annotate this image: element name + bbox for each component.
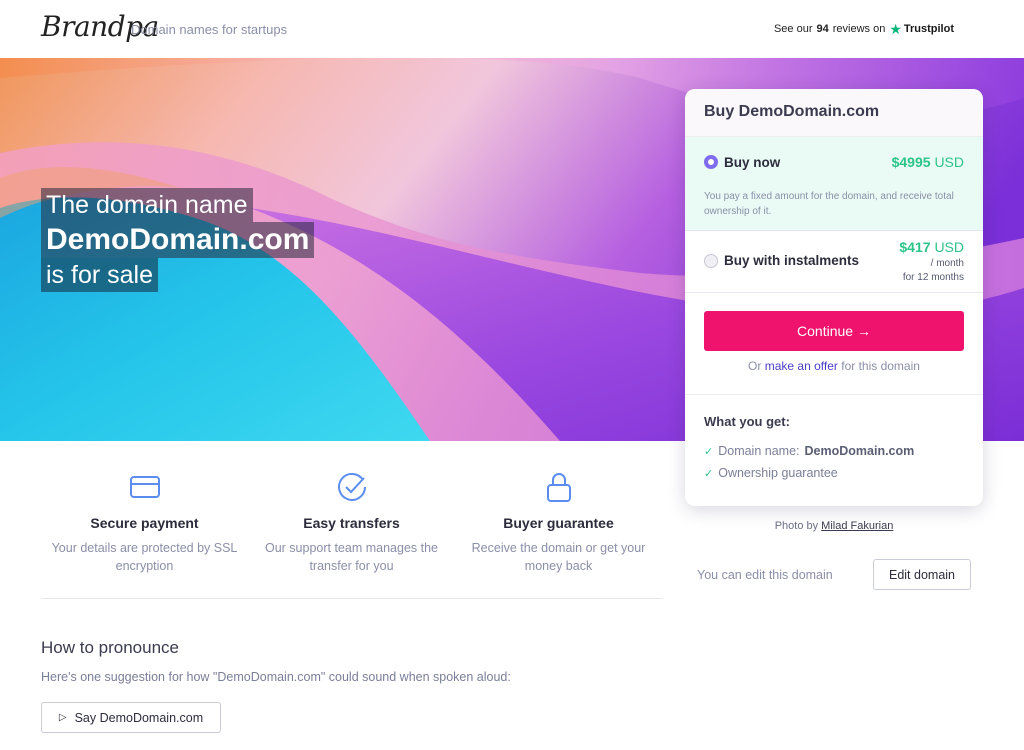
say-domain-label: Say DemoDomain.com (74, 710, 204, 725)
feature-title: Easy transfers (303, 515, 400, 531)
hero-headline: The domain name DemoDomain.com is for sa… (41, 188, 315, 292)
instalments-term: for 12 months (902, 272, 964, 283)
card-divider (685, 394, 983, 395)
reviews-prefix: See our (773, 23, 813, 35)
reviews-count: 94 (816, 23, 829, 35)
site-tagline: Domain names for startups (131, 22, 288, 37)
feature-easy-transfers: Easy transfers Our support team manages … (248, 470, 455, 575)
feature-description: Receive the domain or get your money bac… (471, 541, 646, 573)
feature-description: Our support team manages the transfer fo… (264, 541, 438, 573)
credit-card-icon (41, 470, 248, 504)
check-icon: ✓ (704, 445, 714, 458)
photo-credit: Photo by Milad Fakurian (685, 520, 983, 532)
benefit-domain-name: ✓ Domain name: DemoDomain.com (704, 444, 914, 458)
offer-prefix: Or (748, 359, 762, 373)
purchase-card: Buy DemoDomain.com Buy now $4995 USD You… (685, 89, 983, 506)
edit-domain-button[interactable]: Edit domain (873, 559, 971, 590)
purchase-card-title: Buy DemoDomain.com (685, 89, 983, 137)
feature-description: Your details are protected by SSL encryp… (51, 541, 238, 573)
photo-credit-prefix: Photo by (774, 520, 819, 532)
feature-title: Buyer guarantee (503, 515, 614, 531)
lock-icon (455, 470, 662, 504)
benefit-label: Ownership guarantee (718, 466, 838, 480)
reviews-suffix: reviews on (832, 23, 886, 35)
section-divider (41, 598, 663, 599)
instalments-currency: USD (934, 239, 964, 255)
buy-now-price: $4995 USD (892, 154, 964, 170)
trustpilot-star-icon: ★ (889, 21, 902, 37)
option-buy-instalments[interactable]: Buy with instalments $417 USD / month fo… (685, 231, 983, 293)
play-icon: ▷ (58, 712, 67, 723)
check-circle-icon (248, 470, 455, 504)
hero-line-intro: The domain name (41, 188, 253, 222)
site-header: Brandpa Domain names for startups See ou… (0, 0, 1024, 58)
check-icon: ✓ (704, 467, 714, 480)
make-offer-line: Or make an offer for this domain (685, 359, 983, 373)
photo-author-link[interactable]: Milad Fakurian (821, 520, 893, 532)
hero-line-for-sale: is for sale (41, 258, 158, 292)
features-row: Secure payment Your details are protecte… (41, 470, 663, 575)
buy-now-label: Buy now (724, 155, 781, 170)
edit-domain-note: You can edit this domain (697, 568, 833, 582)
instalments-amount: $417 (899, 239, 931, 255)
feature-buyer-guarantee: Buyer guarantee Receive the domain or ge… (455, 470, 662, 575)
what-you-get-heading: What you get: (704, 414, 790, 429)
instalments-per-month: / month (930, 258, 964, 269)
pronounce-heading: How to pronounce (41, 638, 179, 657)
option-buy-now[interactable]: Buy now $4995 USD You pay a fixed amount… (685, 137, 983, 231)
trustpilot-wordmark: Trustpilot (903, 23, 954, 35)
benefit-label: Domain name: (718, 444, 800, 458)
buy-now-currency: USD (934, 154, 964, 170)
pronounce-description: Here's one suggestion for how "DemoDomai… (41, 670, 511, 684)
trustpilot-logo: ★ Trustpilot (889, 22, 954, 36)
benefit-value: DemoDomain.com (804, 444, 915, 458)
instalments-radio[interactable] (704, 254, 718, 268)
buy-now-radio[interactable] (704, 155, 718, 169)
instalments-price: $417 USD (899, 239, 964, 255)
hero-domain-name: DemoDomain.com (41, 222, 315, 258)
trustpilot-reviews-link[interactable]: See our 94 reviews on ★ Trustpilot (774, 22, 954, 36)
buy-now-note: You pay a fixed amount for the domain, a… (704, 191, 954, 217)
benefit-ownership-guarantee: ✓ Ownership guarantee (704, 466, 838, 480)
feature-title: Secure payment (90, 515, 199, 531)
feature-secure-payment: Secure payment Your details are protecte… (41, 470, 248, 575)
instalments-label: Buy with instalments (724, 253, 860, 268)
say-domain-button[interactable]: ▷ Say DemoDomain.com (41, 702, 221, 733)
make-offer-link[interactable]: make an offer (765, 359, 838, 373)
offer-suffix: for this domain (841, 359, 920, 373)
continue-button[interactable]: Continue → (704, 311, 964, 351)
buy-now-amount: $4995 (891, 154, 931, 170)
